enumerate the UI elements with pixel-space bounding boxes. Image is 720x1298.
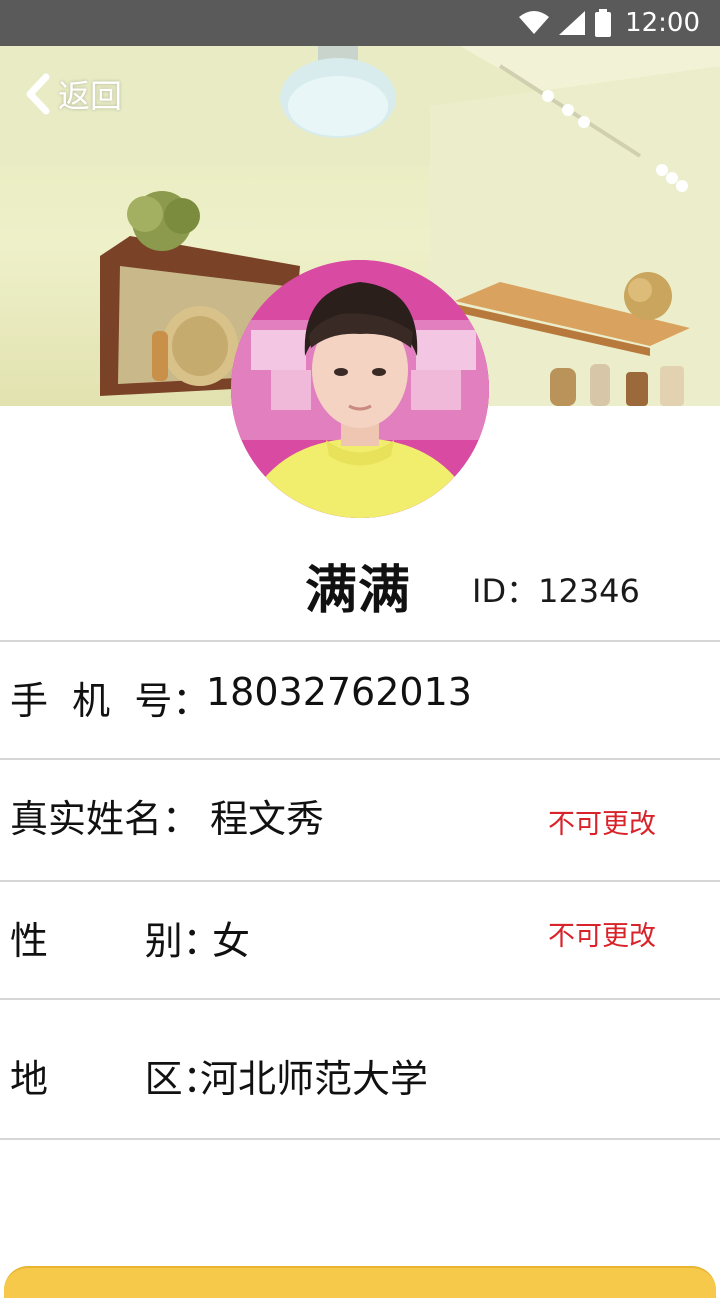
avatar[interactable] [231, 260, 489, 518]
back-button[interactable]: 返回 [22, 72, 122, 116]
cellular-signal-icon [559, 11, 586, 35]
region-row[interactable]: 地 区： 河北师范大学 [0, 1000, 720, 1138]
status-bar: 12:00 [0, 0, 720, 46]
status-icons: 12:00 [519, 0, 700, 46]
chevron-left-icon [26, 73, 50, 115]
battery-icon [595, 9, 612, 37]
real-name-label: 真实姓名： [10, 797, 201, 841]
back-label: 返回 [58, 77, 123, 115]
avatar-photo [231, 260, 489, 518]
gender-value: 女 [212, 919, 251, 963]
region-value[interactable]: 河北师范大学 [200, 1048, 428, 1103]
user-id: ID：12346 [472, 572, 640, 610]
phone-value: 18032762013 [206, 670, 472, 714]
region-label: 地 区： [10, 1057, 221, 1101]
wifi-icon [519, 11, 550, 34]
profile-name-row: 满满 ID：12346 [0, 530, 720, 640]
user-name: 满满 [305, 561, 412, 621]
status-time: 12:00 [625, 8, 700, 38]
real-name-locked-note: 不可更改 [548, 809, 656, 840]
phone-label: 手 机 号： [10, 679, 211, 723]
real-name-value: 程文秀 [210, 797, 325, 841]
phone-row: 手 机 号： 18032762013 [0, 642, 720, 758]
gender-locked-note: 不可更改 [548, 921, 656, 952]
gender-label: 性 别： [10, 919, 221, 963]
gender-row: 性 别： 女 不可更改 [0, 882, 720, 998]
divider [0, 1138, 720, 1140]
bottom-action-button[interactable] [4, 1266, 716, 1298]
real-name-row: 真实姓名： 程文秀 不可更改 [0, 760, 720, 880]
